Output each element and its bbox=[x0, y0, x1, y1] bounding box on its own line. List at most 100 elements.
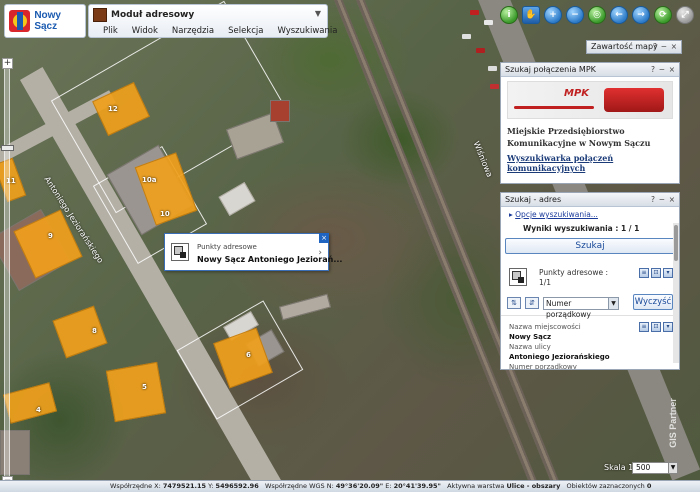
zoom-to-icon[interactable]: ⊡ bbox=[651, 322, 661, 332]
result-actions: ≡ ⊡ ▾ bbox=[639, 268, 673, 278]
close-icon[interactable]: × bbox=[669, 193, 675, 206]
refresh-icon[interactable]: ⟳ bbox=[654, 6, 672, 24]
address-search-panel: Szukaj - adres ? − × ▸ Opcje wyszukiwani… bbox=[500, 192, 680, 370]
detail-label: Nazwa ulicy bbox=[509, 343, 551, 351]
result-details[interactable]: ≡ ⊡ ▾ Nazwa miejscowości Nowy Sącz Nazwa… bbox=[501, 316, 679, 370]
chevron-down-icon: ▼ bbox=[668, 463, 677, 473]
help-icon[interactable]: ? bbox=[651, 63, 655, 76]
list-icon[interactable]: ≡ bbox=[639, 322, 649, 332]
menu-item-narzedzia[interactable]: Narzędzia bbox=[172, 26, 214, 36]
address-popup[interactable]: × Punkty adresowe Nowy Sącz Antoniego Je… bbox=[164, 233, 342, 271]
results-count: Wyniki wyszukiwania : 1 / 1 bbox=[523, 224, 640, 233]
building-roof bbox=[279, 293, 331, 321]
status-layer-value: Ulice - obszary bbox=[506, 482, 561, 490]
building-5[interactable] bbox=[105, 361, 167, 423]
map-toolbar: i ✋ + − ◎ ← → ⟳ ⤢ bbox=[500, 6, 694, 26]
car bbox=[484, 20, 493, 25]
building-4[interactable] bbox=[2, 382, 58, 424]
info-icon[interactable]: i bbox=[500, 6, 518, 24]
zoom-to-icon[interactable]: ⊡ bbox=[651, 268, 661, 278]
status-wgs-e: 20°41'39.95" bbox=[393, 482, 441, 490]
sort-ascending-icon[interactable]: ⇅ bbox=[507, 297, 521, 309]
map-contents-panel[interactable]: Zawartość mapy ? − × bbox=[586, 40, 682, 54]
house-number: 9 bbox=[48, 232, 53, 240]
city-crest-icon bbox=[9, 10, 31, 32]
menu-item-wyszukiwania[interactable]: Wyszukiwania bbox=[277, 26, 337, 36]
chevron-down-icon[interactable]: ▼ bbox=[313, 9, 323, 19]
search-options[interactable]: ▸ Opcje wyszukiwania... bbox=[501, 207, 679, 222]
chevron-down-icon[interactable]: ▾ bbox=[663, 268, 673, 278]
panel-header: Szukaj połączenia MPK ? − × bbox=[501, 63, 679, 77]
gis-partner-watermark: GIS Partner bbox=[668, 380, 698, 470]
module-menu-bar: Moduł adresowy ▼ Plik Widok Narzędzia Se… bbox=[88, 4, 337, 38]
minimize-icon[interactable]: − bbox=[661, 41, 667, 53]
menu-item-plik[interactable]: Plik bbox=[103, 26, 118, 36]
car bbox=[490, 84, 499, 89]
minimize-icon[interactable]: − bbox=[659, 193, 665, 206]
sort-descending-icon[interactable]: ⇵ bbox=[525, 297, 539, 309]
status-layer-label: Aktywna warstwa bbox=[447, 482, 505, 490]
chevron-down-icon: ▼ bbox=[608, 298, 618, 309]
zoom-extent-icon[interactable]: ◎ bbox=[588, 6, 606, 24]
status-bar: Współrzędne X: 7479521.15 Y: 5496592.96 … bbox=[0, 480, 700, 492]
list-icon[interactable]: ≡ bbox=[639, 268, 649, 278]
building-roof bbox=[270, 100, 290, 122]
menu-item-selekcja[interactable]: Selekcja bbox=[228, 26, 263, 36]
measure-icon[interactable]: ⤢ bbox=[676, 6, 694, 24]
watermark-text: GIS Partner bbox=[667, 398, 678, 448]
module-title: Moduł adresowy bbox=[111, 10, 195, 20]
address-module-icon bbox=[93, 8, 107, 22]
panel-scrollbar[interactable] bbox=[673, 223, 679, 363]
city-logo[interactable]: Nowy Sącz bbox=[4, 4, 86, 38]
house-number: 4 bbox=[36, 406, 41, 414]
car bbox=[462, 34, 471, 39]
street-label-wisniowa: Wiśniowa bbox=[471, 140, 495, 179]
connection-search-link[interactable]: Wyszukiwarka połączeń komunikacyjnych bbox=[501, 151, 679, 175]
panel-title: Szukaj - adres bbox=[505, 195, 562, 204]
close-icon[interactable]: × bbox=[671, 41, 677, 53]
car bbox=[488, 66, 497, 71]
menu-item-widok[interactable]: Widok bbox=[132, 26, 158, 36]
clear-button[interactable]: Wyczyść bbox=[633, 294, 673, 310]
house-number: 10 bbox=[160, 210, 170, 218]
mpk-connection-panel: Szukaj połączenia MPK ? − × MPK Miejskie… bbox=[500, 62, 680, 184]
minimize-icon[interactable]: − bbox=[659, 63, 665, 76]
house-number: 12 bbox=[108, 105, 118, 113]
next-view-icon[interactable]: → bbox=[632, 6, 650, 24]
zoom-in-icon[interactable]: + bbox=[544, 6, 562, 24]
status-selected-label: Obiektów zaznaczonych bbox=[566, 482, 645, 490]
chevron-down-icon[interactable]: ▾ bbox=[663, 322, 673, 332]
building-8[interactable] bbox=[52, 305, 108, 359]
status-wgs-label: Współrzędne WGS N: bbox=[264, 482, 334, 490]
sort-controls: ⇅ ⇵ bbox=[507, 297, 539, 309]
previous-view-icon[interactable]: ← bbox=[610, 6, 628, 24]
search-options-link[interactable]: Opcje wyszukiwania... bbox=[515, 210, 598, 219]
popup-layer-name: Punkty adresowe bbox=[197, 243, 257, 251]
result-layer-name: Punkty adresowe : bbox=[539, 268, 609, 277]
status-x-value: 7479521.15 bbox=[162, 482, 207, 490]
result-count: 1/1 bbox=[539, 278, 552, 287]
zoom-slider-handle[interactable] bbox=[1, 145, 14, 151]
zoom-out-icon[interactable]: − bbox=[566, 6, 584, 24]
pan-hand-icon[interactable]: ✋ bbox=[522, 6, 540, 24]
sort-field-select[interactable]: Numer porządkowy ▼ bbox=[543, 297, 619, 319]
panel-title: Szukaj połączenia MPK bbox=[505, 65, 596, 74]
close-icon[interactable]: × bbox=[669, 63, 675, 76]
detail-label: Numer porządkowy bbox=[509, 363, 577, 370]
zoom-plus-icon[interactable]: + bbox=[2, 58, 13, 69]
scale-select[interactable]: 500 ▼ bbox=[632, 462, 678, 474]
search-button[interactable]: Szukaj bbox=[505, 238, 675, 254]
status-x-label: Współrzędne X: bbox=[110, 482, 161, 490]
close-icon[interactable]: × bbox=[319, 233, 329, 243]
detail-value: Antoniego Jeziorańskiego bbox=[509, 353, 610, 361]
help-icon[interactable]: ? bbox=[651, 193, 655, 206]
help-icon[interactable]: ? bbox=[653, 41, 657, 53]
main-menu: Plik Widok Narzędzia Selekcja Wyszukiwan… bbox=[103, 26, 337, 36]
scale-value: 500 bbox=[636, 463, 651, 472]
logo-text: Nowy Sącz bbox=[34, 10, 61, 32]
zoom-slider-track[interactable] bbox=[4, 58, 10, 488]
chevron-right-icon[interactable]: › bbox=[318, 248, 322, 258]
panel-header: Szukaj - adres ? − × bbox=[501, 193, 679, 207]
swoosh-graphic bbox=[514, 106, 594, 109]
detail-value: Nowy Sącz bbox=[509, 333, 552, 341]
